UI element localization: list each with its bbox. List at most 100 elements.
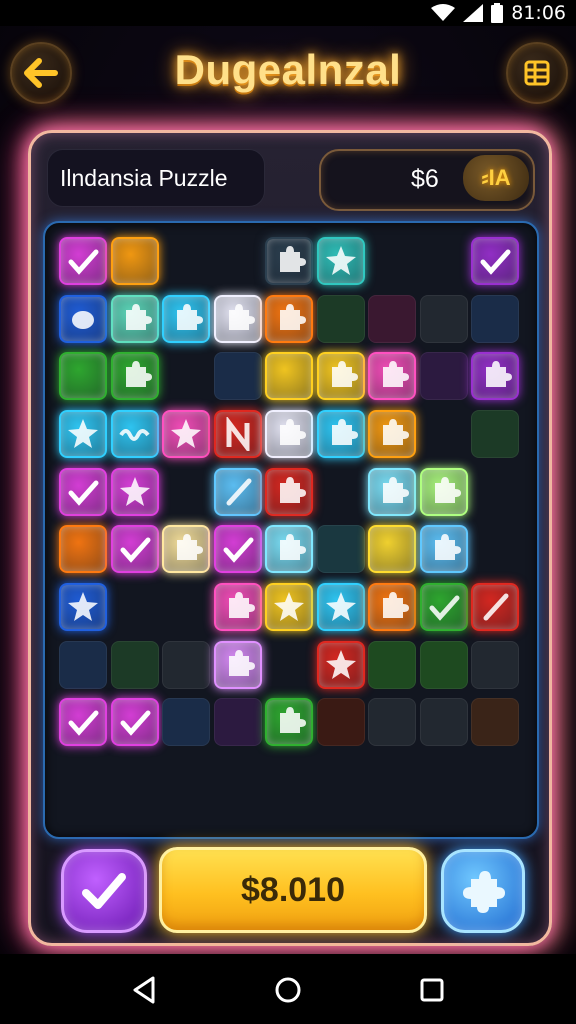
board-tile-dim-green[interactable] bbox=[471, 410, 519, 459]
board-tile-cyan-star[interactable] bbox=[316, 583, 365, 632]
board-tile-pink-star[interactable] bbox=[162, 410, 210, 459]
wifi-icon bbox=[431, 4, 456, 21]
board-tile-gold-piece[interactable] bbox=[316, 352, 365, 401]
player-name-label: Ilndansia Puzzle bbox=[47, 149, 265, 207]
board-tile-red-piece[interactable] bbox=[265, 467, 313, 516]
board-tile-gold-star[interactable] bbox=[265, 583, 313, 632]
star-mark-icon bbox=[325, 649, 356, 679]
board-tile-orange-blank[interactable] bbox=[59, 525, 107, 574]
board-tile-dim-blue[interactable] bbox=[59, 640, 107, 689]
board-tile-magenta-star[interactable] bbox=[110, 467, 159, 516]
board-tile-light-cyan-piece[interactable] bbox=[368, 467, 416, 516]
nav-home-button[interactable] bbox=[268, 970, 308, 1010]
board-tile-white-piece[interactable] bbox=[265, 410, 313, 459]
board-tile-green-blank[interactable] bbox=[59, 352, 107, 401]
board-tile-dim-blue[interactable] bbox=[213, 352, 262, 401]
board-tile-blue-blob[interactable] bbox=[59, 294, 107, 343]
board-tile-magenta-check[interactable] bbox=[59, 698, 107, 747]
board-tile-purple-piece[interactable] bbox=[471, 352, 519, 401]
star-mark-icon bbox=[68, 592, 98, 622]
board-tile-amber-piece[interactable] bbox=[368, 410, 416, 459]
board-tile-orange-piece[interactable] bbox=[368, 583, 416, 632]
board-tile-red-star[interactable] bbox=[316, 640, 365, 689]
board-tile-dim-teal[interactable] bbox=[316, 525, 365, 574]
puzzle-board[interactable] bbox=[43, 221, 539, 839]
board-tile-dim-gray[interactable] bbox=[368, 698, 416, 747]
board-tile-dim-green[interactable] bbox=[110, 640, 159, 689]
check-mark-icon bbox=[68, 710, 99, 737]
piece-mark-icon bbox=[331, 361, 358, 388]
board-tile-dim-gray[interactable] bbox=[162, 640, 210, 689]
board-tile-dim-blue[interactable] bbox=[162, 698, 210, 747]
check-mark-icon bbox=[68, 480, 99, 506]
board-tile-dim-gray[interactable] bbox=[419, 698, 468, 747]
board-tile-dim-green2[interactable] bbox=[368, 640, 416, 689]
board-tile-cyan-piece[interactable] bbox=[162, 294, 210, 343]
board-tile-dim-purple[interactable] bbox=[419, 352, 468, 401]
board-tile-cyan-wave[interactable] bbox=[110, 410, 159, 459]
piece-mark-icon bbox=[177, 303, 203, 330]
check-mark-icon bbox=[223, 537, 253, 564]
star-mark-icon bbox=[274, 592, 304, 622]
circle-home-icon bbox=[275, 977, 301, 1003]
board-tile-magenta-check[interactable] bbox=[59, 237, 107, 285]
board-tile-dim-magenta[interactable] bbox=[368, 294, 416, 343]
board-tile-teal-star[interactable] bbox=[316, 237, 365, 285]
board-tile-dim-brown[interactable] bbox=[471, 698, 519, 747]
board-tile-mint-piece[interactable] bbox=[110, 294, 159, 343]
triangle-back-icon bbox=[133, 976, 155, 1004]
board-tile-dim-purple[interactable] bbox=[213, 698, 262, 747]
board-tile-lime-piece[interactable] bbox=[419, 467, 468, 516]
board-tile-magenta-check[interactable] bbox=[110, 698, 159, 747]
piece-mark-icon bbox=[383, 419, 409, 446]
board-tile-green-piece[interactable] bbox=[265, 698, 313, 747]
board-tile-green-piece[interactable] bbox=[110, 352, 159, 401]
board-tile-dim-red[interactable] bbox=[316, 698, 365, 747]
board-tile-cyan-piece[interactable] bbox=[316, 410, 365, 459]
menu-button[interactable] bbox=[506, 42, 568, 104]
board-tile-dim-blue[interactable] bbox=[471, 294, 519, 343]
board-tile-dim-gray[interactable] bbox=[471, 640, 519, 689]
check-button[interactable] bbox=[61, 849, 147, 933]
board-tile-amber-blank[interactable] bbox=[110, 237, 159, 285]
board-tile-red-slash[interactable] bbox=[471, 583, 519, 632]
board-tile-sky-slash[interactable] bbox=[213, 467, 262, 516]
board-tile-purple-check[interactable] bbox=[471, 237, 519, 285]
board-tile-dim-green[interactable] bbox=[316, 294, 365, 343]
board-tile-magenta-check[interactable] bbox=[59, 467, 107, 516]
board-tile-cream-piece[interactable] bbox=[162, 525, 210, 574]
board-tile-red-n[interactable] bbox=[213, 410, 262, 459]
board-tile-pink-piece[interactable] bbox=[368, 352, 416, 401]
cash-button[interactable]: $8.010 bbox=[159, 847, 427, 933]
n-mark-icon bbox=[226, 417, 249, 452]
board-tile-orange-piece[interactable] bbox=[265, 294, 313, 343]
puzzle-piece-button[interactable] bbox=[441, 849, 525, 933]
board-tile-dim-gray[interactable] bbox=[419, 294, 468, 343]
board-tile-pink-piece[interactable] bbox=[213, 583, 262, 632]
piece-mark-icon bbox=[434, 534, 461, 561]
action-bar: $8.010 bbox=[31, 843, 549, 933]
board-tile-blue-star[interactable] bbox=[59, 583, 107, 632]
nav-back-button[interactable] bbox=[124, 970, 164, 1010]
puzzle-piece-icon bbox=[463, 871, 505, 913]
board-tile-cyan-star[interactable] bbox=[59, 410, 107, 459]
board-tile-light-cyan-piece[interactable] bbox=[265, 525, 313, 574]
coin-counter[interactable]: $6 ⸗IA bbox=[319, 149, 535, 211]
check-mark-icon bbox=[429, 595, 459, 621]
board-tile-green-check[interactable] bbox=[419, 583, 468, 632]
board-tile-dim-green2[interactable] bbox=[419, 640, 468, 689]
board-tile-sky-piece[interactable] bbox=[419, 525, 468, 574]
board-tile-lavender-piece[interactable] bbox=[213, 640, 262, 689]
board-tile-yellow-blank[interactable] bbox=[368, 525, 416, 574]
board-tile-magenta-check[interactable] bbox=[110, 525, 159, 574]
piece-mark-icon bbox=[383, 476, 409, 503]
status-time: 81:06 bbox=[511, 2, 566, 24]
board-tile-magenta-check2[interactable] bbox=[213, 525, 262, 574]
top-bar: Dugealnzal bbox=[0, 36, 576, 106]
star-mark-icon bbox=[68, 419, 98, 449]
board-tile-gold-blank[interactable] bbox=[265, 352, 313, 401]
nav-recent-button[interactable] bbox=[412, 970, 452, 1010]
board-tile-slate-piece[interactable] bbox=[265, 237, 313, 285]
board-tile-white-piece[interactable] bbox=[213, 294, 262, 343]
status-icons: 81:06 bbox=[431, 2, 566, 24]
